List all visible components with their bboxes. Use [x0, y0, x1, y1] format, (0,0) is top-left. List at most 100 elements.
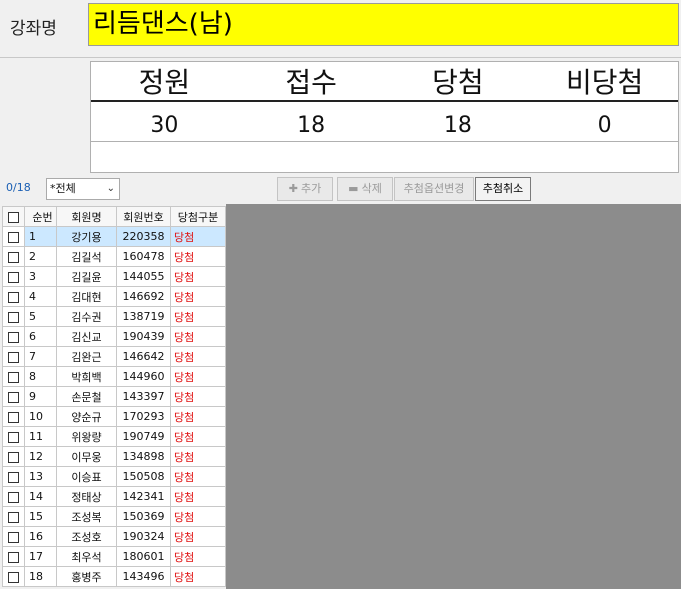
draw-status: 당첨: [170, 406, 226, 427]
member-name: 최우석: [56, 546, 117, 567]
row-checkbox[interactable]: [2, 266, 25, 287]
member-id: 143496: [116, 566, 171, 587]
row-number: 10: [24, 406, 57, 427]
stats-panel: 정원 접수 당첨 비당첨 30 18 18 0: [90, 61, 679, 173]
row-number: 15: [24, 506, 57, 527]
col-header-name[interactable]: 회원명: [56, 206, 117, 227]
member-id: 170293: [116, 406, 171, 427]
member-name: 양순규: [56, 406, 117, 427]
select-all-checkbox[interactable]: [2, 206, 25, 227]
draw-status: 당첨: [170, 386, 226, 407]
stat-header-not-won: 비당첨: [565, 66, 644, 99]
member-name: 정태상: [56, 486, 117, 507]
filter-value: *전체: [50, 182, 76, 195]
table-row[interactable]: 1 강기용 220358 당첨: [2, 226, 226, 247]
row-number: 13: [24, 466, 57, 487]
table-row[interactable]: 5 김수권 138719 당첨: [2, 306, 226, 327]
draw-status: 당첨: [170, 246, 226, 267]
row-checkbox[interactable]: [2, 526, 25, 547]
table-row[interactable]: 9 손문철 143397 당첨: [2, 386, 226, 407]
row-checkbox[interactable]: [2, 426, 25, 447]
row-checkbox[interactable]: [2, 486, 25, 507]
filter-select[interactable]: *전체 ⌄: [46, 178, 120, 200]
member-name: 김수권: [56, 306, 117, 327]
stats-header-row: 정원 접수 당첨 비당첨: [91, 62, 678, 102]
table-row[interactable]: 8 박희백 144960 당첨: [2, 366, 226, 387]
plus-icon: ✚: [288, 182, 298, 195]
draw-status: 당첨: [170, 506, 226, 527]
row-checkbox[interactable]: [2, 406, 25, 427]
member-name: 김신교: [56, 326, 117, 347]
row-checkbox[interactable]: [2, 506, 25, 527]
member-name: 박희백: [56, 366, 117, 387]
stat-header-applied: 접수: [285, 66, 337, 99]
draw-status: 당첨: [170, 566, 226, 587]
member-id: 190324: [116, 526, 171, 547]
member-name: 조성복: [56, 506, 117, 527]
row-number: 17: [24, 546, 57, 567]
delete-button[interactable]: ▬ 삭제: [337, 177, 393, 201]
row-checkbox[interactable]: [2, 466, 25, 487]
table-row[interactable]: 7 김완근 146642 당첨: [2, 346, 226, 367]
add-button[interactable]: ✚ 추가: [277, 177, 333, 201]
col-header-no[interactable]: 순번: [24, 206, 57, 227]
draw-status: 당첨: [170, 286, 226, 307]
row-checkbox[interactable]: [2, 366, 25, 387]
draw-option-button[interactable]: 추첨옵션변경: [394, 177, 474, 201]
member-name: 이무웅: [56, 446, 117, 467]
table-row[interactable]: 18 홍병주 143496 당첨: [2, 566, 226, 587]
member-name: 홍병주: [56, 566, 117, 587]
row-checkbox[interactable]: [2, 286, 25, 307]
stat-value-applied: 18: [297, 113, 326, 138]
row-checkbox[interactable]: [2, 386, 25, 407]
draw-status: 당첨: [170, 546, 226, 567]
member-id: 143397: [116, 386, 171, 407]
col-header-member-id[interactable]: 회원번호: [116, 206, 171, 227]
cancel-draw-button[interactable]: 추첨취소: [475, 177, 531, 201]
member-id: 146692: [116, 286, 171, 307]
draw-status: 당첨: [170, 366, 226, 387]
row-checkbox[interactable]: [2, 226, 25, 247]
course-header: 강좌명 리듬댄스(남): [0, 0, 681, 52]
row-checkbox[interactable]: [2, 246, 25, 267]
table-row[interactable]: 2 김길석 160478 당첨: [2, 246, 226, 267]
row-checkbox[interactable]: [2, 306, 25, 327]
table-row[interactable]: 16 조성호 190324 당첨: [2, 526, 226, 547]
delete-button-label: 삭제: [361, 182, 382, 195]
table-row[interactable]: 15 조성복 150369 당첨: [2, 506, 226, 527]
row-number: 7: [24, 346, 57, 367]
member-id: 150369: [116, 506, 171, 527]
course-name-field[interactable]: 리듬댄스(남): [88, 3, 679, 46]
member-name: 손문철: [56, 386, 117, 407]
row-number: 6: [24, 326, 57, 347]
selection-count: 0/18: [6, 181, 31, 194]
divider: [0, 57, 681, 58]
col-header-status[interactable]: 당첨구분: [170, 206, 226, 227]
table-row[interactable]: 11 위왕량 190749 당첨: [2, 426, 226, 447]
row-checkbox[interactable]: [2, 566, 25, 587]
stat-value-won: 18: [443, 113, 472, 138]
table-row[interactable]: 4 김대현 146692 당첨: [2, 286, 226, 307]
table-row[interactable]: 10 양순규 170293 당첨: [2, 406, 226, 427]
row-checkbox[interactable]: [2, 546, 25, 567]
row-number: 14: [24, 486, 57, 507]
row-checkbox[interactable]: [2, 346, 25, 367]
member-id: 144055: [116, 266, 171, 287]
row-checkbox[interactable]: [2, 446, 25, 467]
stats-value-row: 30 18 18 0: [91, 104, 678, 142]
course-label: 강좌명: [10, 19, 57, 39]
member-id: 134898: [116, 446, 171, 467]
row-number: 9: [24, 386, 57, 407]
member-name: 김완근: [56, 346, 117, 367]
table-row[interactable]: 12 이무웅 134898 당첨: [2, 446, 226, 467]
row-number: 8: [24, 366, 57, 387]
table-row[interactable]: 17 최우석 180601 당첨: [2, 546, 226, 567]
stat-header-won: 당첨: [432, 66, 484, 99]
table-row[interactable]: 14 정태상 142341 당첨: [2, 486, 226, 507]
row-number: 2: [24, 246, 57, 267]
table-row[interactable]: 6 김신교 190439 당첨: [2, 326, 226, 347]
draw-status: 당첨: [170, 446, 226, 467]
row-checkbox[interactable]: [2, 326, 25, 347]
table-row[interactable]: 13 이승표 150508 당첨: [2, 466, 226, 487]
table-row[interactable]: 3 김길윤 144055 당첨: [2, 266, 226, 287]
